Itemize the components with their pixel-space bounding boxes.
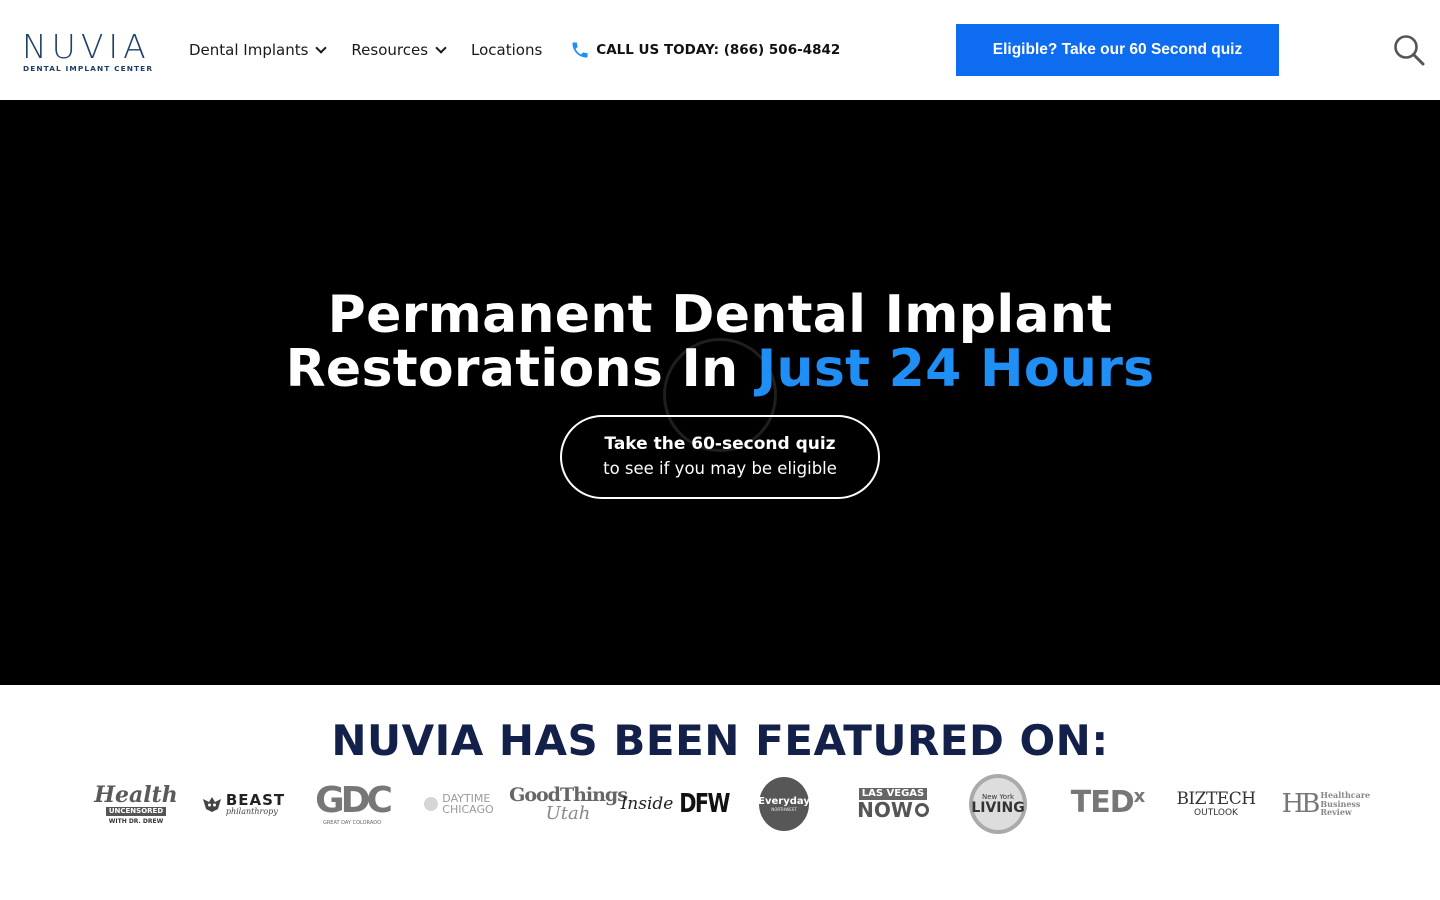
hero-quiz-button[interactable]: Take the 60-second quiz to see if you ma… xyxy=(560,415,880,499)
nav-label: Resources xyxy=(351,41,429,59)
everyday-badge: Everyday NORTHWEST xyxy=(758,777,810,831)
logo-sub: OUTLOOK xyxy=(1194,807,1238,818)
logo-sub: x xyxy=(1133,786,1146,807)
logo-sub: Utah xyxy=(545,802,591,824)
biztech-outlook-logo: BIZTECH OUTLOOK xyxy=(1172,772,1260,836)
nav-locations[interactable]: Locations xyxy=(471,41,542,59)
main-nav: Dental Implants Resources Locations CALL… xyxy=(189,38,840,62)
hero-title-line2: Restorations In xyxy=(285,339,757,399)
healthcare-business-review-logo: HB Healthcare Business Review xyxy=(1281,772,1371,836)
media-logos-row: Health UNCENSORED WITH DR. DREW BEAST ph… xyxy=(94,772,1371,836)
everyday-northwest-logo: Everyday NORTHWEST xyxy=(758,772,810,836)
cbs-eye-icon xyxy=(914,803,929,817)
site-header: NUVIA DENTAL IMPLANT CENTER Dental Impla… xyxy=(0,0,1440,100)
logo-text: GoodThings xyxy=(509,783,628,806)
logo-subtitle: DENTAL IMPLANT CENTER xyxy=(23,64,154,73)
logo-text: HB xyxy=(1281,789,1321,819)
logo-text: Everyday xyxy=(758,795,810,807)
logo-text: TED xyxy=(1070,785,1135,820)
nav-label: Dental Implants xyxy=(189,41,309,59)
quiz-button-subtitle: to see if you may be eligible xyxy=(603,459,837,478)
las-vegas-now-logo: LAS VEGAS NOW xyxy=(857,772,929,836)
hero-section: Permanent Dental Implant Restorations In… xyxy=(0,100,1440,685)
logo-sub: NORTHWEST xyxy=(771,806,797,812)
logo-tag: UNCENSORED xyxy=(105,806,167,816)
quiz-button-title: Take the 60-second quiz xyxy=(604,434,836,454)
chevron-down-icon xyxy=(315,41,328,54)
nav-label: Locations xyxy=(471,41,543,59)
tedx-logo: TED x xyxy=(1067,772,1149,836)
hero-title-line1: Permanent Dental Implant xyxy=(327,285,1113,345)
logo-text: BIZTECH xyxy=(1176,788,1256,809)
phone-label: CALL US TODAY: (866) 506-4842 xyxy=(596,42,841,58)
search-button[interactable] xyxy=(1392,33,1426,67)
chevron-down-icon xyxy=(435,41,447,54)
logo-sub: GREAT DAY COLORADO xyxy=(322,819,382,826)
inside-dfw-logo: Inside DFW xyxy=(621,772,731,836)
quiz-cta-button[interactable]: Eligible? Take our 60 Second quiz xyxy=(956,24,1279,76)
beast-mascot-icon xyxy=(202,797,221,812)
logo-wordmark: NUVIA xyxy=(22,27,151,66)
hero-title: Permanent Dental Implant Restorations In… xyxy=(0,288,1440,396)
logo-sub: WITH DR. DREW xyxy=(108,817,164,825)
logo-sub: LIVING xyxy=(971,799,1025,816)
nav-dental-implants[interactable]: Dental Implants xyxy=(189,41,328,59)
logo-sub: DFW xyxy=(679,789,731,819)
daytime-chicago-logo: DAYTIME CHICAGO xyxy=(423,772,495,836)
logo-text: Health xyxy=(94,781,178,808)
logo-text: BEAST xyxy=(225,790,286,809)
logo-sub: CHICAGO xyxy=(442,803,494,816)
phone-link[interactable]: CALL US TODAY: (866) 506-4842 xyxy=(570,40,840,60)
logo-sub: philanthropy xyxy=(225,806,278,816)
hero-title-accent: Just 24 Hours xyxy=(756,339,1155,399)
logo-sub: Healthcare Business Review xyxy=(1320,790,1371,818)
nav-resources[interactable]: Resources xyxy=(351,41,447,59)
good-things-utah-logo: GoodThings Utah xyxy=(509,772,628,836)
sun-icon xyxy=(424,797,439,811)
ny-living-badge: New York LIVING xyxy=(969,774,1027,834)
health-uncensored-logo: Health UNCENSORED WITH DR. DREW xyxy=(94,772,178,836)
phone-icon xyxy=(572,42,588,58)
new-york-living-logo: New York LIVING xyxy=(967,772,1029,836)
logo-text: GDC xyxy=(315,779,393,821)
featured-on-title: NUVIA HAS BEEN FEATURED ON: xyxy=(331,716,1109,765)
beast-philanthropy-logo: BEAST philanthropy xyxy=(200,772,286,836)
logo-sub: NOW xyxy=(857,798,913,822)
nuvia-logo[interactable]: NUVIA DENTAL IMPLANT CENTER xyxy=(22,30,158,74)
gdc-logo: GDC GREAT DAY COLORADO xyxy=(315,772,393,836)
search-icon xyxy=(1394,35,1425,66)
logo-text: Inside xyxy=(620,793,674,814)
